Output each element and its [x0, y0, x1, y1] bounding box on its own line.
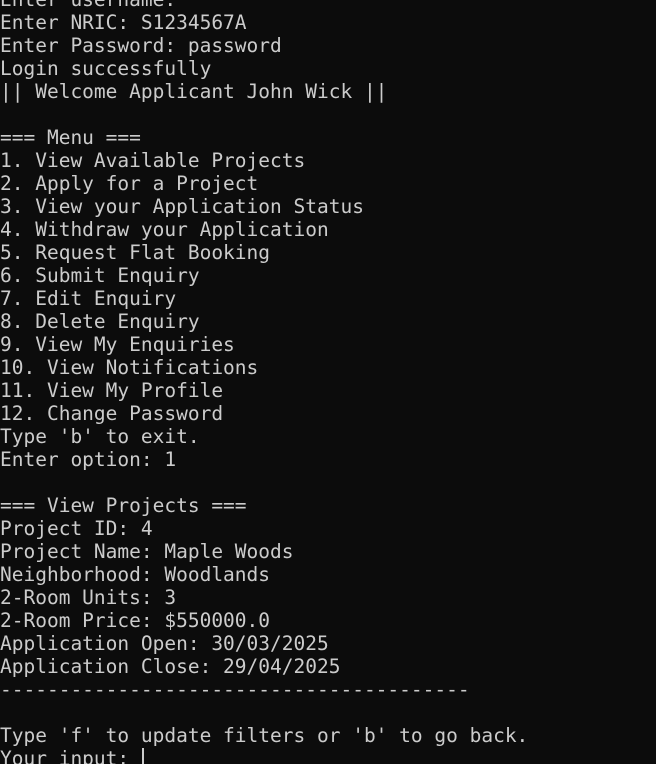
terminal-line: === Menu ===	[0, 126, 141, 149]
terminal-line: 5. Request Flat Booking	[0, 241, 271, 264]
input-prompt-line[interactable]: Your input:	[0, 747, 656, 764]
terminal-line: 10. View Notifications	[0, 356, 259, 379]
terminal-line: Neighborhood: Woodlands	[0, 563, 271, 586]
terminal-line: 11. View My Profile	[0, 379, 224, 402]
terminal-line: 6. Submit Enquiry	[0, 264, 200, 287]
terminal-line: 9. View My Enquiries	[0, 333, 235, 356]
terminal-line: || Welcome Applicant John Wick ||	[0, 80, 388, 103]
terminal-line: Project ID: 4	[0, 517, 153, 540]
terminal-line: 2. Apply for a Project	[0, 172, 259, 195]
terminal-line: 1. View Available Projects	[0, 149, 306, 172]
terminal-line: Project Name: Maple Woods	[0, 540, 294, 563]
terminal-output: Enter username: Enter NRIC: S1234567A En…	[0, 0, 656, 764]
text-cursor[interactable]	[141, 748, 144, 764]
terminal-line: 4. Withdraw your Application	[0, 218, 329, 241]
terminal-line: Type 'f' to update filters or 'b' to go …	[0, 724, 529, 747]
terminal-line: Enter NRIC: S1234567A	[0, 11, 247, 34]
terminal-line: Enter Password: password	[0, 34, 282, 57]
terminal-line: Application Open: 30/03/2025	[0, 632, 329, 655]
terminal-window[interactable]: Enter username: Enter NRIC: S1234567A En…	[0, 0, 656, 764]
terminal-line: === View Projects ===	[0, 494, 247, 517]
input-prompt-label: Your input:	[0, 747, 141, 764]
terminal-line: ----------------------------------------	[0, 678, 470, 701]
terminal-line: Login successfully	[0, 57, 212, 80]
terminal-line: Enter option: 1	[0, 448, 177, 471]
terminal-line: 2-Room Price: $550000.0	[0, 609, 271, 632]
terminal-line: Enter username:	[0, 0, 656, 11]
terminal-line: 7. Edit Enquiry	[0, 287, 177, 310]
terminal-line: 3. View your Application Status	[0, 195, 364, 218]
terminal-line: 8. Delete Enquiry	[0, 310, 200, 333]
terminal-line: Type 'b' to exit.	[0, 425, 200, 448]
terminal-line: Application Close: 29/04/2025	[0, 655, 341, 678]
terminal-line: 12. Change Password	[0, 402, 224, 425]
terminal-line: 2-Room Units: 3	[0, 586, 177, 609]
